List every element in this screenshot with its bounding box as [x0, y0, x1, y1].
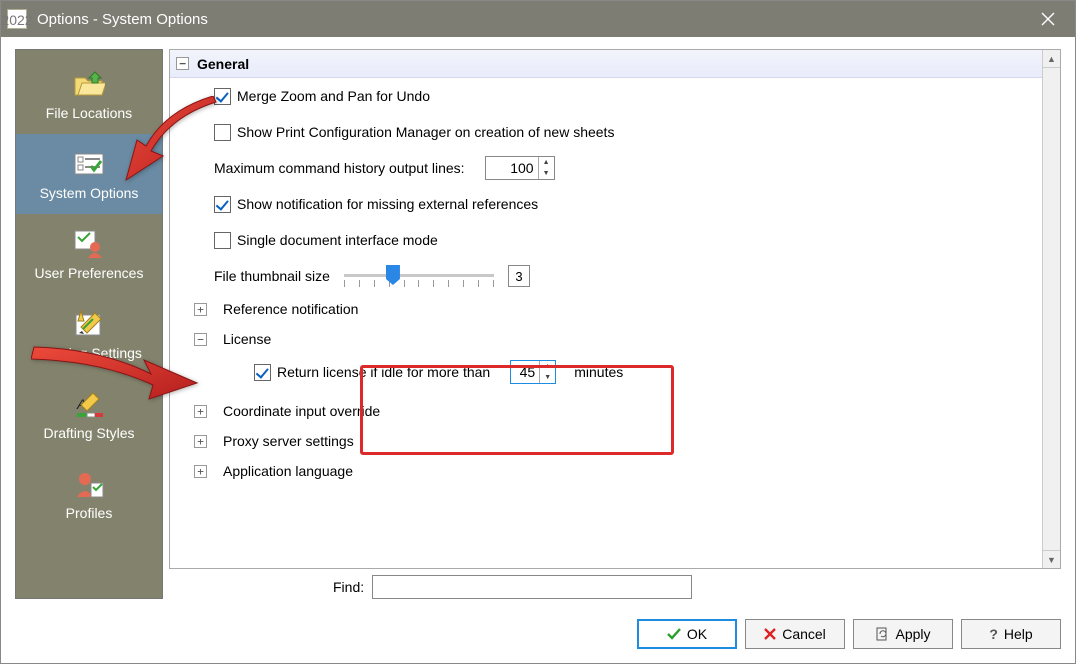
option-label: Show notification for missing external r… — [237, 196, 538, 212]
titlebar: 2022 Options - System Options — [1, 1, 1075, 37]
option-return-license-idle: Return license if idle for more than ▲▼ … — [170, 354, 1042, 390]
checkbox[interactable] — [214, 196, 231, 213]
profile-icon — [72, 467, 106, 501]
option-label: Show Print Configuration Manager on crea… — [237, 124, 614, 140]
find-label: Find: — [333, 579, 364, 595]
scroll-down-icon[interactable]: ▼ — [1043, 550, 1060, 568]
sidebar-item-label: User Preferences — [35, 265, 144, 281]
thumb-size-slider[interactable] — [344, 261, 494, 291]
folder-open-icon — [72, 67, 106, 101]
group-license: − License — [170, 324, 1042, 354]
window-title: Options - System Options — [37, 11, 1027, 28]
dialog-buttons: OK Cancel Apply ? Help — [1, 609, 1075, 663]
option-label: Maximum command history output lines: — [214, 160, 465, 176]
group-label: Proxy server settings — [223, 433, 354, 449]
group-reference-notification: + Reference notification — [170, 294, 1042, 324]
option-label: File thumbnail size — [214, 268, 330, 284]
tree-content: − General Merge Zoom and Pan for Undo Sh… — [170, 50, 1042, 568]
cancel-button[interactable]: Cancel — [745, 619, 845, 649]
max-history-spinner[interactable]: ▲▼ — [485, 156, 555, 180]
checkbox[interactable] — [214, 88, 231, 105]
group-label: License — [223, 331, 271, 347]
sidebar-item-file-locations[interactable]: File Locations — [16, 54, 162, 134]
settings-tree: − General Merge Zoom and Pan for Undo Sh… — [169, 49, 1061, 569]
idle-minutes-input[interactable] — [511, 361, 539, 383]
sidebar-item-label: Drawing Settings — [36, 345, 142, 361]
sidebar-item-user-preferences[interactable]: User Preferences — [16, 214, 162, 294]
checkbox[interactable] — [214, 124, 231, 141]
close-button[interactable] — [1027, 3, 1069, 35]
collapse-icon[interactable]: − — [194, 333, 207, 346]
sidebar-item-label: Profiles — [66, 505, 113, 521]
option-label: Merge Zoom and Pan for Undo — [237, 88, 430, 104]
category-sidebar: File Locations System Options User Prefe… — [15, 49, 163, 599]
collapse-icon[interactable]: − — [176, 57, 189, 70]
group-general: − General — [170, 50, 1042, 78]
spin-down-icon[interactable]: ▼ — [539, 168, 554, 179]
group-label: General — [197, 56, 249, 72]
group-app-lang: + Application language — [170, 456, 1042, 486]
expand-icon[interactable]: + — [194, 405, 207, 418]
spin-up-icon[interactable]: ▲ — [540, 361, 555, 372]
expand-icon[interactable]: + — [194, 465, 207, 478]
option-single-doc: Single document interface mode — [170, 222, 1042, 258]
option-label: Return license if idle for more than — [277, 364, 490, 380]
spin-up-icon[interactable]: ▲ — [539, 157, 554, 168]
spin-down-icon[interactable]: ▼ — [540, 372, 555, 383]
group-proxy: + Proxy server settings — [170, 426, 1042, 456]
document-refresh-icon — [875, 627, 889, 641]
sidebar-item-label: System Options — [40, 185, 139, 201]
sidebar-item-system-options[interactable]: System Options — [16, 134, 162, 214]
apply-button[interactable]: Apply — [853, 619, 953, 649]
ok-button[interactable]: OK — [637, 619, 737, 649]
text-style-icon: A — [72, 387, 106, 421]
unit-label: minutes — [574, 364, 623, 380]
option-show-missing-xref: Show notification for missing external r… — [170, 186, 1042, 222]
max-history-input[interactable] — [486, 157, 538, 179]
group-label: Application language — [223, 463, 353, 479]
expand-icon[interactable]: + — [194, 435, 207, 448]
x-icon — [764, 628, 776, 640]
sidebar-item-drawing-settings[interactable]: Drawing Settings — [16, 294, 162, 374]
expand-icon[interactable]: + — [194, 303, 207, 316]
app-icon: 2022 — [7, 9, 27, 29]
checkbox[interactable] — [214, 232, 231, 249]
sidebar-item-drafting-styles[interactable]: A Drafting Styles — [16, 374, 162, 454]
question-icon: ? — [989, 626, 998, 642]
help-button[interactable]: ? Help — [961, 619, 1061, 649]
find-row: Find: — [169, 575, 1061, 599]
drawing-tools-icon — [72, 307, 106, 341]
user-gear-icon — [72, 227, 106, 261]
sidebar-item-label: File Locations — [46, 105, 132, 121]
thumb-size-value: 3 — [508, 265, 530, 287]
option-label: Single document interface mode — [237, 232, 438, 248]
dialog-body: File Locations System Options User Prefe… — [1, 37, 1075, 609]
scroll-up-icon[interactable]: ▲ — [1043, 50, 1060, 68]
find-input[interactable] — [372, 575, 692, 599]
option-show-print-cfg: Show Print Configuration Manager on crea… — [170, 114, 1042, 150]
option-thumb-size: File thumbnail size 3 — [170, 258, 1042, 294]
idle-minutes-spinner[interactable]: ▲▼ — [510, 360, 556, 384]
checkbox[interactable] — [254, 364, 271, 381]
close-icon — [1041, 12, 1055, 26]
option-max-history: Maximum command history output lines: ▲▼ — [170, 150, 1042, 186]
checklist-icon — [72, 147, 106, 181]
option-merge-zoom-pan: Merge Zoom and Pan for Undo — [170, 78, 1042, 114]
sidebar-item-profiles[interactable]: Profiles — [16, 454, 162, 534]
options-dialog: 2022 Options - System Options File Locat… — [0, 0, 1076, 664]
sidebar-item-label: Drafting Styles — [43, 425, 134, 441]
group-label: Reference notification — [223, 301, 358, 317]
group-coord-override: + Coordinate input override — [170, 396, 1042, 426]
main-column: − General Merge Zoom and Pan for Undo Sh… — [169, 49, 1061, 599]
scrollbar[interactable]: ▲ ▼ — [1042, 50, 1060, 568]
group-label: Coordinate input override — [223, 403, 380, 419]
check-icon — [667, 628, 681, 640]
